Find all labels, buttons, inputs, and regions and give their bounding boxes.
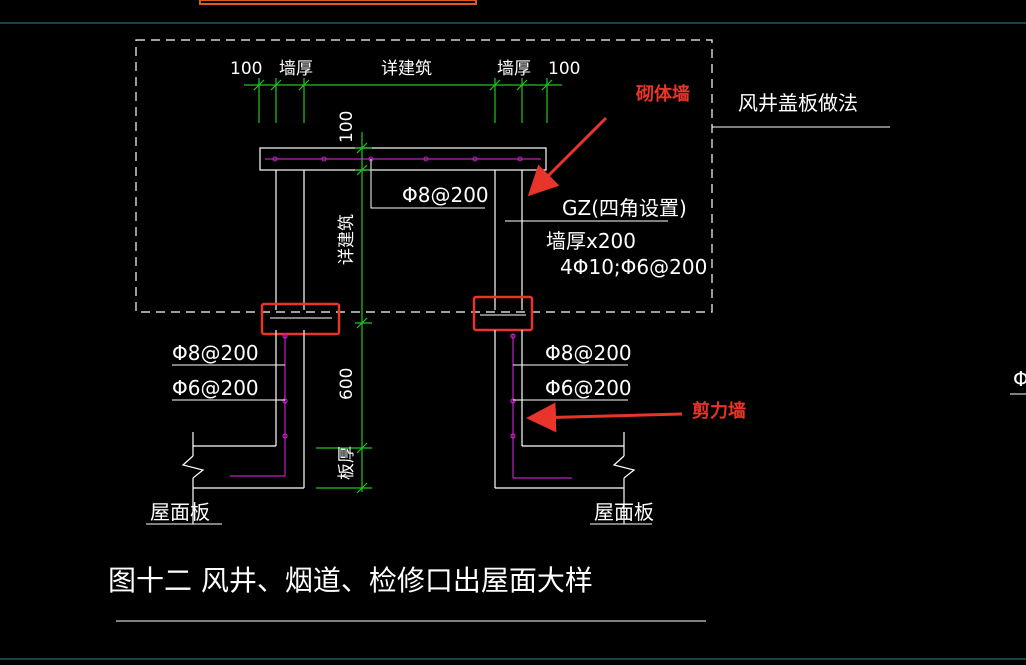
dim-vertical-600: 600 xyxy=(337,368,357,400)
dim-middle: 详建筑 xyxy=(381,59,432,79)
dim-vertical-middle: 详建筑 xyxy=(337,214,357,265)
left-rebar-label-2: Φ6@200 xyxy=(172,376,259,400)
cover-method-title: 风井盖板做法 xyxy=(738,91,858,115)
masonry-wall-annotation: 砌体墙 xyxy=(635,83,690,105)
top-orange-bar xyxy=(199,0,477,5)
right-rebar-label-2: Φ6@200 xyxy=(545,376,632,400)
dim-vertical-100: 100 xyxy=(337,111,357,143)
dim-left-100: 100 xyxy=(230,59,262,79)
right-roof-label: 屋面板 xyxy=(594,500,654,524)
right-highlight-box xyxy=(472,295,534,332)
gz-size-label: 墙厚x200 xyxy=(546,229,636,253)
figure-title: 图十二 风井、烟道、检修口出屋面大样 xyxy=(108,564,593,597)
shear-wall-annotation: 剪力墙 xyxy=(692,400,746,422)
right-rebar-label-1: Φ8@200 xyxy=(545,341,632,365)
left-masonry-wall xyxy=(275,170,305,310)
right-edge-symbol: Φ xyxy=(1013,367,1026,391)
dim-left-wall: 墙厚 xyxy=(279,59,313,79)
gz-label: GZ(四角设置) xyxy=(562,196,687,220)
slab-rebar-label: Φ8@200 xyxy=(402,183,489,207)
masonry-wall-arrow xyxy=(527,116,608,197)
top-dimension xyxy=(244,78,562,123)
dim-right-100: 100 xyxy=(548,59,580,79)
left-highlight-box xyxy=(260,302,341,336)
dim-vertical-bottom: 板厚 xyxy=(337,446,357,480)
left-rebar-label-1: Φ8@200 xyxy=(172,341,259,365)
dim-right-wall: 墙厚 xyxy=(497,59,531,79)
gz-rebar-label: 4Φ10;Φ6@200 xyxy=(560,255,707,279)
right-masonry-wall xyxy=(494,170,523,310)
drawing-canvas: 100 墙厚 详建筑 墙厚 100 100 详建筑 600 板厚 Φ8@200 xyxy=(0,0,1026,660)
left-roof-label: 屋面板 xyxy=(150,500,210,524)
shear-wall-arrow xyxy=(526,402,683,433)
